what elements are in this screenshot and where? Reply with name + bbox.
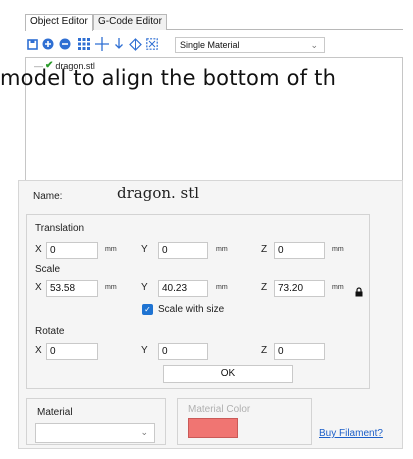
ok-button[interactable]: OK bbox=[163, 365, 293, 383]
properties-panel: Name: dragon. stl Translation X 0 mm Y 0… bbox=[18, 180, 403, 449]
print-icon[interactable] bbox=[25, 37, 39, 51]
scale-with-size-label: Scale with size bbox=[158, 304, 225, 315]
editor-tab-strip: Object Editor G-Code Editor bbox=[25, 14, 403, 31]
axis-x-label: X bbox=[35, 244, 42, 255]
mirror-icon[interactable] bbox=[128, 37, 142, 51]
translation-label: Translation bbox=[35, 223, 85, 234]
lock-icon[interactable] bbox=[355, 287, 363, 297]
rotate-x-input[interactable]: 0 bbox=[46, 343, 98, 360]
axis-x-label: X bbox=[35, 282, 42, 293]
material-group: Material ⌄ bbox=[26, 398, 166, 445]
unit-label: mm bbox=[332, 284, 344, 291]
scale-z-input[interactable]: 73.20 bbox=[274, 280, 325, 297]
object-toolbar: Single Material ⌄ bbox=[25, 36, 325, 54]
axis-z-label: Z bbox=[261, 345, 268, 356]
rotate-z-input[interactable]: 0 bbox=[274, 343, 325, 360]
material-mode-value: Single Material bbox=[180, 40, 240, 50]
axis-y-label: Y bbox=[141, 282, 148, 293]
axis-z-label: Z bbox=[261, 282, 268, 293]
drop-icon[interactable] bbox=[112, 37, 126, 51]
tab-object-editor[interactable]: Object Editor bbox=[25, 14, 93, 31]
remove-icon[interactable] bbox=[58, 37, 72, 51]
axis-y-label: Y bbox=[141, 345, 148, 356]
rotate-label: Rotate bbox=[35, 326, 65, 337]
material-mode-select[interactable]: Single Material ⌄ bbox=[175, 37, 325, 53]
add-icon[interactable] bbox=[41, 37, 55, 51]
scale-with-size-checkbox[interactable]: ✓ bbox=[142, 304, 153, 315]
unit-label: mm bbox=[332, 246, 344, 253]
tab-gcode-editor[interactable]: G-Code Editor bbox=[93, 14, 167, 30]
material-color-group: Material Color bbox=[177, 398, 312, 445]
buy-filament-link[interactable]: Buy Filament? bbox=[319, 428, 383, 439]
move-icon[interactable] bbox=[95, 37, 109, 51]
scale-x-input[interactable]: 53.58 bbox=[46, 280, 98, 297]
unit-label: mm bbox=[216, 284, 228, 291]
material-select[interactable]: ⌄ bbox=[35, 423, 155, 443]
grid-icon[interactable] bbox=[77, 37, 91, 51]
material-color-swatch[interactable] bbox=[188, 418, 238, 438]
rotate-y-input[interactable]: 0 bbox=[158, 343, 208, 360]
name-label: Name: bbox=[33, 191, 63, 202]
chevron-down-icon: ⌄ bbox=[140, 427, 148, 437]
axis-z-label: Z bbox=[261, 244, 268, 255]
axis-y-label: Y bbox=[141, 244, 148, 255]
scale-label: Scale bbox=[35, 264, 61, 275]
split-icon[interactable] bbox=[145, 37, 159, 51]
material-label: Material bbox=[37, 407, 73, 418]
overlay-hint-text: model to align the bottom of th bbox=[0, 66, 337, 90]
translation-y-input[interactable]: 0 bbox=[158, 242, 208, 259]
object-name-value: dragon. stl bbox=[117, 184, 200, 202]
axis-x-label: X bbox=[35, 345, 42, 356]
chevron-down-icon: ⌄ bbox=[310, 40, 318, 50]
translation-z-input[interactable]: 0 bbox=[274, 242, 325, 259]
unit-label: mm bbox=[105, 284, 117, 291]
translation-x-input[interactable]: 0 bbox=[46, 242, 98, 259]
unit-label: mm bbox=[105, 246, 117, 253]
unit-label: mm bbox=[216, 246, 228, 253]
material-color-label: Material Color bbox=[188, 404, 251, 415]
scale-y-input[interactable]: 40.23 bbox=[158, 280, 208, 297]
transform-group: Translation X 0 mm Y 0 mm Z 0 mm Scale X… bbox=[26, 214, 370, 389]
